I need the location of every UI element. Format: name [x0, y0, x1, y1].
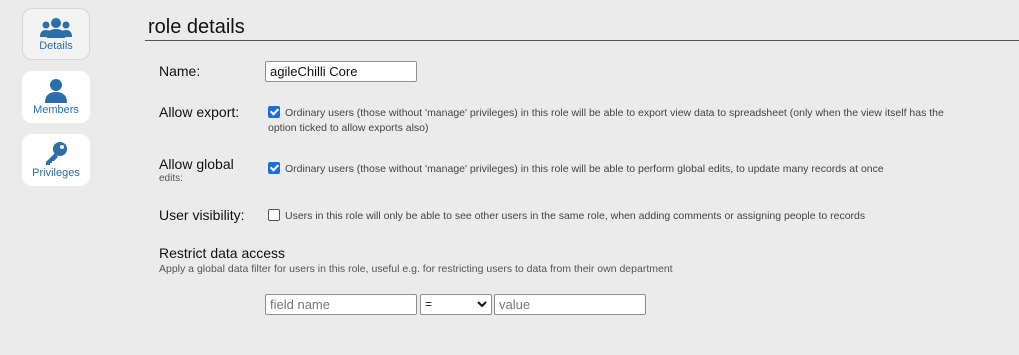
- chevron-down-icon: [477, 298, 487, 313]
- user-visibility-row: Users in this role will only be able to …: [268, 209, 865, 224]
- allow-global-label: Allow global edits:: [159, 156, 234, 184]
- allow-global-row: Ordinary users (those without 'manage' p…: [268, 162, 884, 177]
- filter-operator-select[interactable]: =: [420, 294, 492, 315]
- filter-value-input[interactable]: [494, 294, 646, 315]
- allow-global-sublabel: edits:: [159, 173, 183, 184]
- allow-export-checkbox[interactable]: [268, 106, 280, 118]
- name-input[interactable]: [265, 61, 417, 82]
- person-icon: [43, 78, 69, 107]
- allow-global-label-main: Allow global: [159, 156, 234, 172]
- filter-field-input[interactable]: [265, 294, 417, 315]
- name-label: Name:: [159, 63, 201, 79]
- filter-operator-value: =: [425, 297, 433, 311]
- user-visibility-label: User visibility:: [159, 207, 245, 223]
- page-title: role details: [148, 16, 245, 38]
- allow-export-text-1: Ordinary users (those without 'manage' p…: [285, 107, 944, 119]
- allow-export-label: Allow export:: [159, 104, 240, 120]
- tab-details-label: Details: [39, 40, 73, 52]
- restrict-title: Restrict data access: [159, 245, 286, 261]
- allow-export-row: Ordinary users (those without 'manage' p…: [268, 106, 944, 136]
- allow-global-checkbox[interactable]: [268, 162, 280, 174]
- user-visibility-checkbox[interactable]: [268, 209, 280, 221]
- tab-column: Details Members Privileges: [22, 8, 92, 197]
- user-visibility-text: Users in this role will only be able to …: [285, 210, 866, 222]
- restrict-description: Apply a global data filter for users in …: [159, 263, 673, 275]
- title-divider: [145, 40, 1019, 41]
- allow-export-text-2: option ticked to allow exports also): [268, 122, 429, 134]
- tab-members[interactable]: Members: [22, 71, 90, 123]
- tab-privileges[interactable]: Privileges: [22, 134, 90, 186]
- allow-global-text: Ordinary users (those without 'manage' p…: [285, 163, 884, 175]
- tab-details[interactable]: Details: [22, 8, 90, 60]
- tab-privileges-label: Privileges: [32, 167, 80, 179]
- tab-members-label: Members: [33, 104, 79, 116]
- key-icon: [43, 141, 69, 170]
